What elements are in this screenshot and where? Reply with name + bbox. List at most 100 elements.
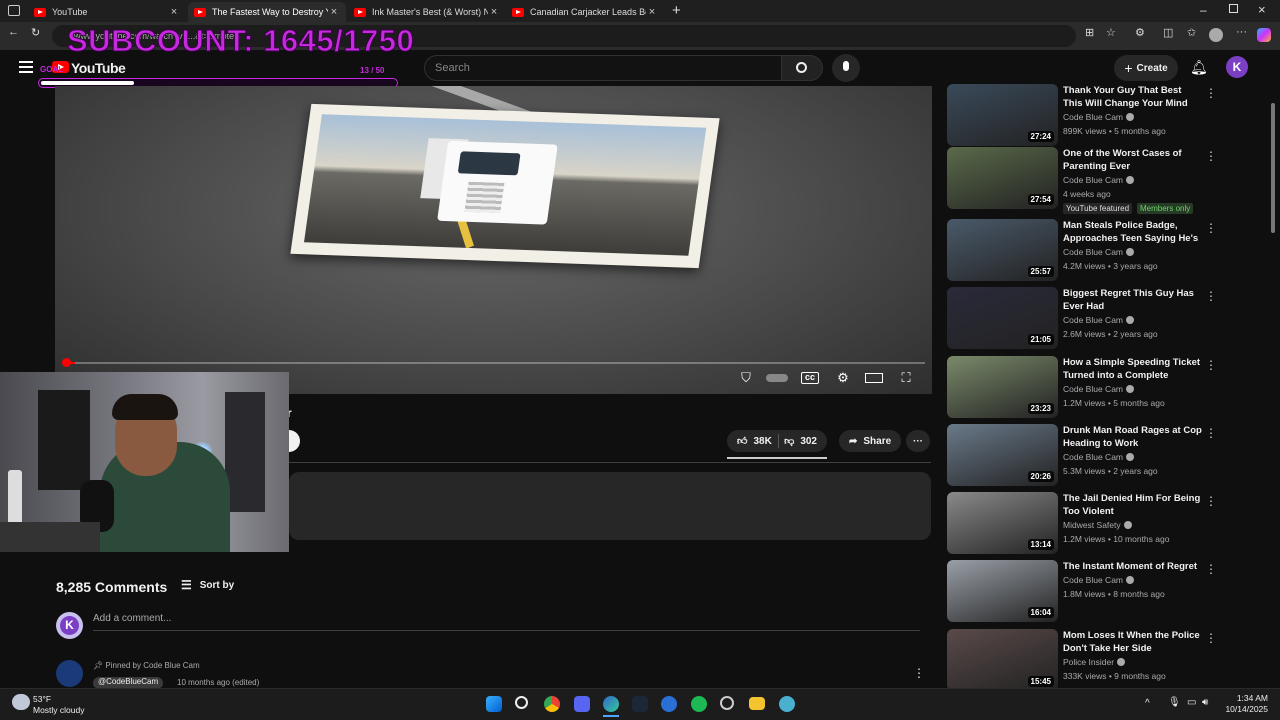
add-comment-input[interactable]: Add a comment... bbox=[93, 613, 920, 631]
mic-icon[interactable]: 🎙︎ bbox=[1168, 697, 1181, 708]
more-options-icon[interactable]: ⋮ bbox=[1205, 149, 1217, 163]
tab-canadian-carjacker[interactable]: Canadian Carjacker Leads Border × bbox=[506, 2, 664, 22]
more-options-icon[interactable]: ⋮ bbox=[1205, 631, 1217, 645]
thumbs-up-icon[interactable]: 👍︎ bbox=[737, 435, 747, 447]
close-icon[interactable]: × bbox=[488, 6, 500, 18]
search-icon[interactable] bbox=[515, 696, 528, 709]
video-thumbnail[interactable]: 21:05 bbox=[947, 287, 1058, 349]
search-input[interactable]: Search bbox=[424, 55, 782, 81]
channel-name[interactable]: Code Blue Cam bbox=[1063, 452, 1135, 462]
recommendation-item[interactable]: 23:23 How a Simple Speeding Ticket Turned… bbox=[947, 356, 1267, 420]
video-title[interactable]: Thank Your Guy That Best This Will Chang… bbox=[1063, 84, 1203, 110]
video-title[interactable]: Man Steals Police Badge, Approaches Teen… bbox=[1063, 219, 1203, 245]
refresh-icon[interactable]: ↻ bbox=[31, 26, 40, 39]
video-scrubber-handle[interactable] bbox=[62, 358, 71, 367]
new-tab-button[interactable]: + bbox=[672, 2, 681, 19]
channel-name[interactable]: Code Blue Cam bbox=[1063, 175, 1135, 185]
recommendation-item[interactable]: 27:54 One of the Worst Cases of Parenting… bbox=[947, 147, 1267, 214]
video-thumbnail[interactable]: 15:45 bbox=[947, 629, 1058, 691]
video-progress-bar[interactable] bbox=[65, 362, 925, 364]
recommendation-item[interactable]: 16:04 The Instant Moment of Regret Code Bl… bbox=[947, 560, 1267, 624]
video-title[interactable]: How a Simple Speeding Ticket Turned into… bbox=[1063, 356, 1203, 382]
monitor-icon[interactable]: ▭ bbox=[1187, 697, 1196, 708]
app-icon[interactable] bbox=[720, 696, 734, 710]
description-box[interactable] bbox=[289, 472, 931, 540]
recommendation-item[interactable]: 20:26 Drunk Man Road Rages at Cop Heading… bbox=[947, 424, 1267, 488]
comment-more-icon[interactable]: ⋮ bbox=[913, 666, 925, 680]
app-available-icon[interactable]: ⊞ bbox=[1085, 26, 1094, 39]
obs-icon[interactable] bbox=[661, 696, 677, 712]
channel-name[interactable]: Code Blue Cam bbox=[1063, 315, 1135, 325]
more-options-icon[interactable]: ⋮ bbox=[1205, 562, 1217, 576]
tab-youtube[interactable]: YouTube × bbox=[28, 2, 186, 22]
video-thumbnail[interactable]: 23:23 bbox=[947, 356, 1058, 418]
sort-by-button[interactable]: ☰ Sort by bbox=[181, 578, 234, 592]
channel-name[interactable]: Police Insider bbox=[1063, 657, 1126, 667]
settings-more-icon[interactable]: ··· bbox=[1236, 26, 1247, 38]
chrome-icon[interactable] bbox=[544, 696, 560, 712]
like-count[interactable]: 38K bbox=[753, 436, 771, 447]
video-title[interactable]: One of the Worst Cases of Parenting Ever bbox=[1063, 147, 1203, 173]
more-options-icon[interactable]: ⋮ bbox=[1205, 494, 1217, 508]
scrollbar-thumb[interactable] bbox=[1271, 103, 1275, 233]
more-options-icon[interactable]: ⋮ bbox=[1205, 289, 1217, 303]
account-avatar[interactable]: K bbox=[1226, 56, 1248, 78]
back-icon[interactable]: ← bbox=[8, 26, 19, 38]
settings-gear-icon[interactable]: ⚙ bbox=[834, 370, 852, 386]
video-thumbnail[interactable]: 27:24 bbox=[947, 84, 1058, 146]
pinned-commenter-avatar[interactable] bbox=[56, 660, 83, 687]
voice-search-button[interactable] bbox=[832, 54, 860, 82]
shield-extension-icon[interactable]: ⛉ bbox=[737, 370, 755, 386]
share-button[interactable]: ➦ Share bbox=[839, 430, 902, 452]
windows-start-icon[interactable] bbox=[486, 696, 502, 712]
dislike-count[interactable]: 302 bbox=[800, 436, 817, 447]
file-explorer-icon[interactable] bbox=[749, 697, 765, 710]
tab-fastest-way[interactable]: The Fastest Way to Destroy Your C × bbox=[188, 2, 346, 22]
fullscreen-icon[interactable]: ⛶ bbox=[897, 370, 915, 386]
more-actions-button[interactable]: ··· bbox=[906, 430, 930, 452]
channel-name[interactable]: Code Blue Cam bbox=[1063, 384, 1135, 394]
tab-ink-master[interactable]: Ink Master's Best (& Worst) Neck × bbox=[348, 2, 506, 22]
recommendation-item[interactable]: 21:05 Biggest Regret This Guy Has Ever Ha… bbox=[947, 287, 1267, 351]
split-screen-icon[interactable]: ◫ bbox=[1163, 26, 1173, 39]
copilot-icon[interactable] bbox=[1257, 28, 1271, 42]
system-clock[interactable]: 1:34 AM 10/14/2025 bbox=[1222, 693, 1268, 715]
search-button[interactable] bbox=[781, 55, 823, 81]
more-options-icon[interactable]: ⋮ bbox=[1205, 426, 1217, 440]
captions-icon[interactable]: cc bbox=[801, 372, 819, 384]
spotify-icon[interactable] bbox=[691, 696, 707, 712]
youtube-logo-text[interactable]: YouTube bbox=[71, 60, 126, 76]
recommendation-item[interactable]: 13:14 The Jail Denied Him For Being Too V… bbox=[947, 492, 1267, 556]
channel-name[interactable]: Code Blue Cam bbox=[1063, 112, 1135, 122]
recommendation-item[interactable]: 25:57 Man Steals Police Badge, Approaches… bbox=[947, 219, 1267, 283]
video-title[interactable]: Drunk Man Road Rages at Cop Heading to W… bbox=[1063, 424, 1203, 450]
video-title[interactable]: Biggest Regret This Guy Has Ever Had bbox=[1063, 287, 1203, 313]
maximize-button[interactable] bbox=[1229, 4, 1238, 13]
channel-name[interactable]: Midwest Safety bbox=[1063, 520, 1132, 530]
thumbs-down-icon[interactable]: 👎︎ bbox=[784, 435, 794, 447]
recommendation-item[interactable]: 27:24 Thank Your Guy That Best This Will … bbox=[947, 84, 1267, 148]
weather-cloud-icon[interactable] bbox=[12, 694, 30, 710]
close-window-button[interactable]: × bbox=[1258, 2, 1266, 17]
volume-icon[interactable]: 🔊︎ bbox=[1202, 697, 1208, 708]
video-thumbnail[interactable]: 27:54 bbox=[947, 147, 1058, 209]
close-icon[interactable]: × bbox=[646, 6, 658, 18]
create-button[interactable]: + Create bbox=[1114, 55, 1178, 81]
video-title[interactable]: The Jail Denied Him For Being Too Violen… bbox=[1063, 492, 1203, 518]
discord-icon[interactable] bbox=[574, 696, 590, 712]
favorites-icon[interactable]: ✩ bbox=[1187, 26, 1196, 39]
hamburger-menu-icon[interactable] bbox=[19, 61, 33, 73]
video-thumbnail[interactable]: 20:26 bbox=[947, 424, 1058, 486]
weather-widget[interactable]: 53°F Mostly cloudy bbox=[33, 694, 85, 716]
close-icon[interactable]: × bbox=[328, 6, 340, 18]
autoplay-toggle[interactable] bbox=[766, 370, 788, 386]
notifications-bell-icon[interactable]: 🔔︎ bbox=[1190, 59, 1208, 76]
favorite-star-icon[interactable]: ☆ bbox=[1106, 26, 1116, 39]
minimize-button[interactable]: – bbox=[1200, 3, 1207, 17]
video-thumbnail[interactable]: 16:04 bbox=[947, 560, 1058, 622]
chevron-up-icon[interactable]: ^ bbox=[1145, 698, 1150, 709]
video-thumbnail[interactable]: 25:57 bbox=[947, 219, 1058, 281]
profile-icon[interactable] bbox=[1209, 28, 1223, 42]
video-thumbnail[interactable]: 13:14 bbox=[947, 492, 1058, 554]
steam-icon[interactable] bbox=[632, 696, 648, 712]
